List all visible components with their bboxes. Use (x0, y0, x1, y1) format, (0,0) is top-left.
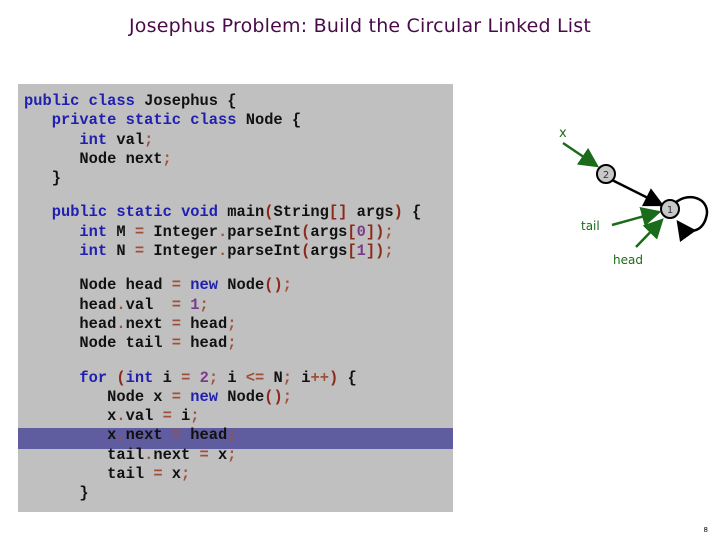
pointer-arrow-head (635, 218, 664, 248)
edge-2-to-1 (611, 178, 665, 207)
node-2-label: 2 (603, 170, 609, 181)
pointer-label-x: x (559, 126, 567, 141)
pointer-arrow-x (562, 141, 600, 168)
pointer-label-tail: tail (581, 219, 600, 233)
page-number: 8 (703, 526, 708, 534)
node-1-label: 1 (667, 205, 673, 216)
pointer-arrow-tail (611, 207, 662, 227)
linked-list-diagram: x 2 1 tail head (559, 126, 709, 267)
edge-1-self-loop (674, 196, 709, 243)
pointer-label-head: head (613, 253, 643, 267)
